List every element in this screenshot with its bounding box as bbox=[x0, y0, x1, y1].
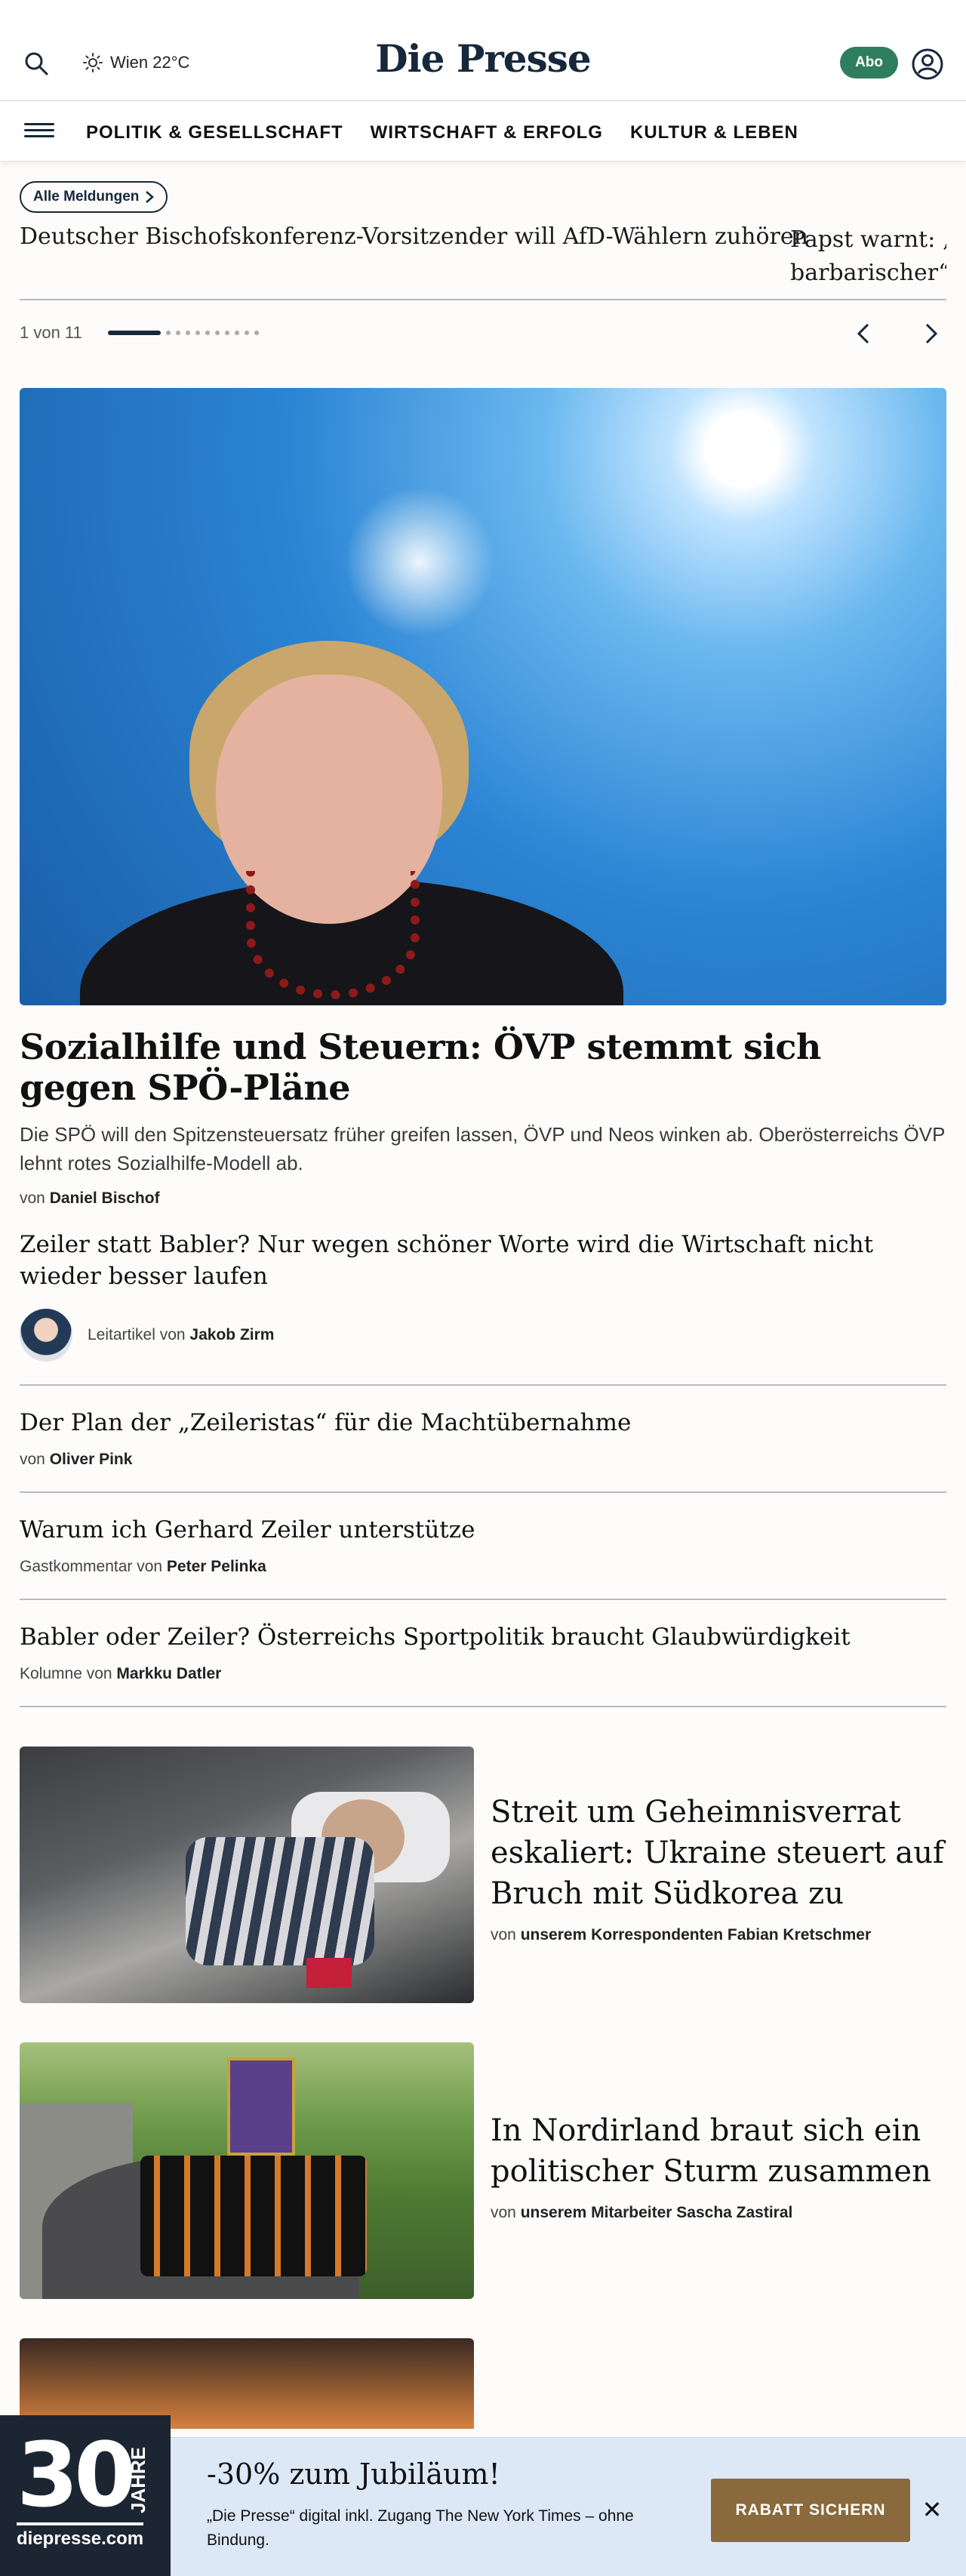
hamburger-icon bbox=[24, 123, 54, 125]
byline-prefix: Kolumne von bbox=[20, 1665, 112, 1682]
hero-lead: Die SPÖ will den Spitzensteuersatz frühe… bbox=[20, 1123, 945, 1174]
article-byline: Gastkommentar von Peter Pelinka bbox=[20, 1558, 946, 1576]
ticker-item-line: barbarischer“ bbox=[790, 260, 946, 286]
previous-button[interactable] bbox=[848, 319, 878, 349]
promo-banner: 30 JAHRE diepresse.com -30% zum Jubiläum… bbox=[0, 2415, 966, 2576]
author-link[interactable]: Jakob Zirm bbox=[189, 1326, 274, 1343]
account-button[interactable] bbox=[910, 47, 945, 82]
ticker-item-line: Papst warnt: „B bbox=[790, 226, 946, 253]
byline-prefix: von bbox=[20, 1190, 45, 1207]
article-title[interactable]: Warum ich Gerhard Zeiler unterstütze bbox=[20, 1514, 946, 1546]
pager-dot[interactable] bbox=[165, 331, 171, 335]
promo-text: „Die Presse“ digital inkl. Zugang The Ne… bbox=[207, 2507, 634, 2549]
author-link[interactable]: unserem Korrespondenten Fabian Kretschme… bbox=[521, 1926, 871, 1944]
anniversary-badge: 30 JAHRE diepresse.com bbox=[0, 2415, 171, 2576]
pager-dots bbox=[107, 331, 259, 335]
close-icon[interactable]: ✕ bbox=[921, 2498, 943, 2522]
pager-dot[interactable] bbox=[214, 331, 220, 335]
teaser-item: In Nordirland braut sich ein politischer… bbox=[20, 2042, 946, 2299]
hero-byline: von Daniel Bischof bbox=[20, 1190, 946, 1208]
article-item: Babler oder Zeiler? Österreichs Sportpol… bbox=[20, 1600, 946, 1707]
pager-dot[interactable] bbox=[205, 331, 210, 335]
menu-button[interactable] bbox=[24, 119, 54, 143]
news-ticker: Deutscher Bischofskonferenz-Vorsitzender… bbox=[20, 223, 946, 299]
badge-number: 30 bbox=[17, 2423, 136, 2527]
promo-title: -30% zum Jubiläum! bbox=[207, 2458, 500, 2491]
ticker-pager: 1 von 11 bbox=[20, 300, 946, 365]
ticker-item[interactable]: Papst warnt: „B barbarischer“ bbox=[790, 223, 946, 290]
pager-dot[interactable] bbox=[244, 331, 249, 335]
author-link[interactable]: Peter Pelinka bbox=[167, 1558, 266, 1575]
nav-item-politik[interactable]: POLITIK & GESELLSCHAFT bbox=[86, 122, 343, 143]
teaser-byline: von unserem Korrespondenten Fabian Krets… bbox=[491, 1926, 946, 1944]
ticker-item[interactable]: Deutscher Bischofskonferenz-Vorsitzender… bbox=[20, 223, 808, 250]
article-byline: Leitartikel von Jakob Zirm bbox=[88, 1326, 274, 1344]
pager-dot[interactable] bbox=[107, 331, 161, 335]
teaser-image[interactable] bbox=[20, 2042, 474, 2299]
article-title[interactable]: Zeiler statt Babler? Nur wegen schöner W… bbox=[20, 1229, 946, 1292]
pager-dot[interactable] bbox=[195, 331, 200, 335]
byline-prefix: Leitartikel von bbox=[88, 1326, 186, 1343]
teaser-title[interactable]: In Nordirland braut sich ein politischer… bbox=[491, 2110, 946, 2192]
chevron-left-icon bbox=[857, 323, 869, 344]
chevron-right-icon bbox=[925, 323, 938, 344]
nav-item-wirtschaft[interactable]: WIRTSCHAFT & ERFOLG bbox=[371, 122, 603, 143]
article-byline: von Oliver Pink bbox=[20, 1451, 946, 1469]
nav-links: POLITIK & GESELLSCHAFT WIRTSCHAFT & ERFO… bbox=[86, 122, 798, 143]
article-title[interactable]: Der Plan der „Zeileristas“ für die Macht… bbox=[20, 1407, 946, 1439]
author-avatar bbox=[20, 1309, 72, 1362]
pager-dot[interactable] bbox=[234, 331, 239, 335]
byline-prefix: von bbox=[491, 2204, 516, 2221]
pager-dot[interactable] bbox=[175, 331, 180, 335]
article-byline: Kolumne von Markku Datler bbox=[20, 1665, 946, 1683]
pager-dot[interactable] bbox=[254, 331, 259, 335]
article-item: Warum ich Gerhard Zeiler unterstütze Gas… bbox=[20, 1493, 946, 1600]
user-icon bbox=[912, 48, 943, 80]
pager-dot[interactable] bbox=[185, 331, 190, 335]
discount-cta-button[interactable]: RABATT SICHERN bbox=[711, 2479, 910, 2542]
nav-item-kultur[interactable]: KULTUR & LEBEN bbox=[630, 122, 798, 143]
article-item: Der Plan der „Zeileristas“ für die Macht… bbox=[20, 1386, 946, 1493]
byline-prefix: Gastkommentar von bbox=[20, 1558, 163, 1575]
pager-count: 1 von 11 bbox=[20, 323, 82, 342]
all-news-label: Alle Meldungen bbox=[33, 189, 140, 205]
next-button[interactable] bbox=[916, 319, 946, 349]
chevron-right-icon bbox=[146, 191, 155, 203]
main-content: Alle Meldungen Deutscher Bischofskonfere… bbox=[0, 162, 966, 2429]
site-logo[interactable]: Die Presse bbox=[0, 36, 966, 81]
author-link[interactable]: Daniel Bischof bbox=[50, 1190, 160, 1207]
article-title[interactable]: Babler oder Zeiler? Österreichs Sportpol… bbox=[20, 1621, 946, 1653]
teaser-image[interactable] bbox=[20, 1747, 474, 2003]
author-link[interactable]: unserem Mitarbeiter Sascha Zastiral bbox=[521, 2204, 793, 2221]
teaser-byline: von unserem Mitarbeiter Sascha Zastiral bbox=[491, 2204, 946, 2222]
site-header: Wien 22°C Die Presse Abo bbox=[0, 0, 966, 101]
abo-button[interactable]: Abo bbox=[840, 47, 898, 78]
teaser-item: Streit um Geheimnisverrat eskaliert: Ukr… bbox=[20, 1747, 946, 2003]
badge-site: diepresse.com bbox=[17, 2522, 144, 2550]
badge-word: JAHRE bbox=[127, 2446, 149, 2513]
teaser-title[interactable]: Streit um Geheimnisverrat eskaliert: Ukr… bbox=[491, 1792, 946, 1914]
all-news-button[interactable]: Alle Meldungen bbox=[20, 181, 168, 213]
hero-image[interactable] bbox=[20, 388, 946, 1005]
main-nav: POLITIK & GESELLSCHAFT WIRTSCHAFT & ERFO… bbox=[0, 101, 966, 162]
hero-headline[interactable]: Sozialhilfe und Steuern: ÖVP stemmt sich… bbox=[20, 1026, 946, 1108]
author-link[interactable]: Markku Datler bbox=[116, 1665, 221, 1682]
article-item: Zeiler statt Babler? Nur wegen schöner W… bbox=[20, 1208, 946, 1386]
author-link[interactable]: Oliver Pink bbox=[50, 1451, 133, 1468]
pager-dot[interactable] bbox=[224, 331, 229, 335]
byline-prefix: von bbox=[491, 1926, 516, 1944]
byline-prefix: von bbox=[20, 1451, 45, 1468]
